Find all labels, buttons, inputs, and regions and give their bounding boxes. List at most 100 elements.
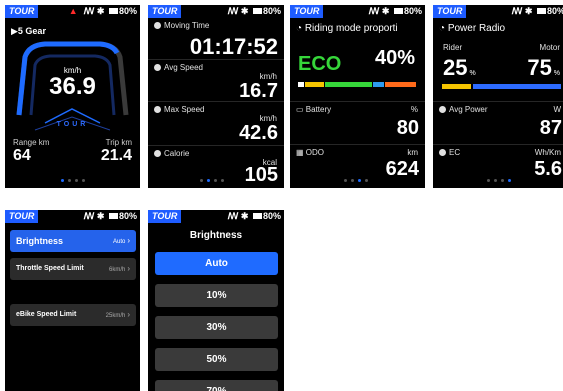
page-dot[interactable] [344, 179, 347, 183]
page-dot[interactable] [207, 179, 210, 183]
page-indicator [290, 179, 425, 183]
page-dot[interactable] [351, 179, 354, 183]
speed-value: 36.9 [49, 73, 96, 100]
setting-throttle-speed-limit[interactable]: Throttle Speed Limit 6km/h › [10, 258, 136, 280]
page-dot[interactable] [508, 179, 511, 183]
clock-icon [154, 22, 161, 29]
page-dot[interactable] [200, 179, 203, 183]
trip-label: Trip km [105, 138, 132, 147]
battery-unit: % [410, 105, 418, 114]
headlight-icon: ꟿ [511, 6, 523, 16]
page-dot[interactable] [365, 179, 368, 183]
headlight-icon: ꟿ [227, 211, 239, 221]
rider-share-bar [442, 84, 471, 89]
brightness-option-30[interactable]: 30% [155, 316, 278, 339]
power-ratio-screen: TOUR ꟿ ✱ 80% ◔ Power Radio Rider Motor 2… [433, 5, 563, 188]
calorie-label: Calorie [164, 149, 190, 158]
bluetooth-icon: ✱ [240, 211, 249, 221]
battery-label: Battery [305, 105, 332, 114]
setting-value: 6km/h [108, 267, 126, 273]
battery-level: 80% [403, 6, 422, 16]
brightness-option-auto[interactable]: Auto [155, 252, 278, 275]
status-bar: TOUR ꟿ ✱ 80% [290, 5, 425, 18]
battery-icon [108, 212, 118, 219]
range-value: 64 [13, 147, 31, 164]
moving-time-card: Moving Time 01:17:52 [148, 18, 284, 60]
avg-power-unit: W [553, 105, 561, 114]
mode-text: TOUR [56, 121, 89, 128]
chevron-right-icon: › [127, 236, 130, 245]
rider-label: Rider [443, 43, 463, 52]
status-bar: TOUR ꟿ ✱ 80% [148, 210, 284, 223]
page-dot[interactable] [494, 179, 497, 183]
mode-badge: TOUR [148, 5, 182, 18]
headlight-icon: ꟿ [368, 6, 380, 16]
power-icon [439, 106, 446, 113]
page-dot[interactable] [81, 179, 85, 183]
mode-percent: 40% [374, 47, 415, 69]
setting-label: eBike Speed Limit [16, 311, 77, 318]
setting-brightness[interactable]: Brightness Auto › [10, 230, 136, 252]
battery-icon: ▭ [296, 105, 304, 114]
odo-label: ODO [305, 148, 325, 157]
mode-segment [373, 82, 384, 87]
calorie-value: 105 [244, 164, 278, 186]
mode-segment [305, 82, 324, 87]
setting-value: Auto [112, 239, 126, 245]
mode-proportion-bar [298, 82, 417, 87]
speed-icon [154, 106, 161, 113]
page-dot[interactable] [487, 179, 490, 183]
page-dot[interactable] [501, 179, 504, 183]
status-bar: TOUR ꟿ ✱ 80% [433, 5, 563, 18]
battery-value: 80 [396, 117, 419, 139]
mode-segment [298, 82, 304, 87]
power-ratio-bar [442, 84, 561, 89]
trip-value: 21.4 [100, 147, 132, 164]
headlight-icon: ꟿ [83, 6, 95, 16]
setting-ebike-speed-limit[interactable]: eBike Speed Limit 25km/h › [10, 304, 136, 326]
battery-icon [252, 212, 262, 219]
bluetooth-icon: ✱ [524, 6, 533, 16]
page-indicator [5, 179, 140, 183]
setting-label: Throttle Speed Limit [16, 265, 84, 272]
battery-level: 80% [262, 211, 281, 221]
page-dot[interactable] [67, 179, 71, 183]
page-dot[interactable] [221, 179, 224, 183]
flame-icon [154, 150, 161, 157]
ride-stats-screen: TOUR ꟿ ✱ 80% Moving Time 01:17:52 Avg Sp… [148, 5, 284, 188]
battery-level: 80% [118, 211, 137, 221]
battery-level: 80% [262, 6, 281, 16]
chevron-right-icon: › [127, 310, 130, 319]
mode-badge: TOUR [5, 5, 39, 18]
max-speed-card: Max Speed km/h 42.6 [148, 102, 284, 146]
max-speed-value: 42.6 [239, 122, 278, 144]
ec-value: 5.6 [534, 158, 562, 180]
page-dot[interactable] [214, 179, 217, 183]
status-bar: TOUR ꟿ ✱ 80% [148, 5, 284, 18]
avg-power-card: Avg Power W 87 [433, 101, 563, 145]
page-dot[interactable] [74, 179, 78, 183]
mode-badge: TOUR [433, 5, 467, 18]
max-speed-label: Max Speed [164, 105, 205, 114]
avg-power-label: Avg Power [449, 105, 488, 114]
page-dot[interactable] [358, 179, 361, 183]
setting-value: 25km/h [105, 313, 126, 319]
brightness-option-70[interactable]: 70% [155, 380, 278, 391]
dashboard-screen: TOUR ▲ ꟿ ✱ 80% ▶5 Gear km/h 36.9 TOUR Ran… [5, 5, 140, 188]
rider-value: 25 % [443, 55, 476, 80]
battery-icon [393, 7, 403, 14]
odo-unit: km [407, 148, 418, 157]
battery-card: ▭ Battery % 80 [290, 101, 425, 145]
brightness-option-50[interactable]: 50% [155, 348, 278, 371]
avg-speed-label: Avg Speed [164, 63, 203, 72]
brightness-option-10[interactable]: 10% [155, 284, 278, 307]
motor-share-bar [473, 84, 561, 89]
page-dot[interactable] [60, 179, 64, 183]
chevron-right-icon: › [127, 264, 130, 273]
brightness-title: Brightness [189, 230, 243, 241]
odo-value: 624 [385, 158, 419, 180]
motor-label: Motor [539, 43, 560, 52]
ec-label: EC [449, 148, 461, 157]
battery-level: 80% [546, 6, 563, 16]
bluetooth-icon: ✱ [96, 211, 105, 221]
